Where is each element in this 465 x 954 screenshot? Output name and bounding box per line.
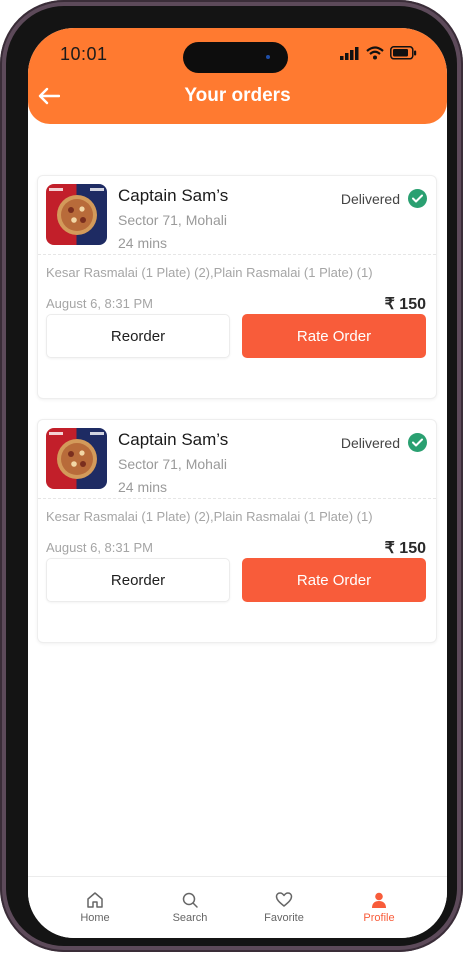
reorder-button[interactable]: Reorder bbox=[46, 314, 230, 358]
order-date: August 6, 8:31 PM bbox=[46, 296, 153, 311]
check-circle-icon bbox=[408, 433, 427, 452]
order-card: Captain Sam’s Sector 71, Mohali 24 mins … bbox=[37, 175, 437, 399]
nav-label-search: Search bbox=[172, 912, 208, 924]
nav-item-search[interactable]: Search bbox=[155, 891, 225, 924]
phone-frame: 10:01 Your orders Captain Sam’s Sector 7… bbox=[0, 0, 463, 952]
order-price: ₹ 150 bbox=[384, 296, 426, 313]
status-icons bbox=[340, 46, 417, 60]
rate-order-button[interactable]: Rate Order bbox=[242, 314, 426, 358]
order-card: Captain Sam’s Sector 71, Mohali 24 mins … bbox=[37, 419, 437, 643]
search-icon bbox=[182, 892, 198, 908]
status-label: Delivered bbox=[340, 190, 400, 207]
status-label: Delivered bbox=[340, 434, 400, 451]
page-title: Your orders bbox=[184, 85, 291, 106]
restaurant-location: Sector 71, Mohali bbox=[118, 212, 227, 228]
wifi-icon bbox=[366, 46, 384, 60]
app-screen: 10:01 Your orders Captain Sam’s Sector 7… bbox=[28, 28, 447, 938]
order-status: Delivered bbox=[341, 433, 427, 452]
bottom-nav: Home Search Favorite Profile bbox=[28, 876, 447, 938]
order-status: Delivered bbox=[341, 189, 427, 208]
heart-icon bbox=[275, 892, 293, 907]
order-items: Kesar Rasmalai (1 Plate) (2),Plain Rasma… bbox=[46, 265, 373, 280]
order-price: ₹ 150 bbox=[384, 540, 426, 557]
profile-icon bbox=[372, 892, 386, 908]
nav-item-home[interactable]: Home bbox=[60, 891, 130, 924]
delivery-time: 24 mins bbox=[118, 479, 168, 495]
header-bar: 10:01 Your orders bbox=[28, 28, 447, 124]
dynamic-island bbox=[183, 42, 288, 73]
nav-label-favorite: Favorite bbox=[264, 912, 304, 924]
signal-icon bbox=[340, 46, 359, 60]
nav-label-profile: Profile bbox=[363, 912, 395, 924]
nav-item-profile[interactable]: Profile bbox=[344, 891, 414, 924]
rate-order-button[interactable]: Rate Order bbox=[242, 558, 426, 602]
status-time: 10:01 bbox=[60, 44, 108, 64]
order-items: Kesar Rasmalai (1 Plate) (2),Plain Rasma… bbox=[46, 509, 373, 524]
order-date: August 6, 8:31 PM bbox=[46, 540, 153, 555]
check-circle-icon bbox=[408, 189, 427, 208]
restaurant-thumbnail bbox=[46, 428, 107, 489]
restaurant-name: Captain Sam’s bbox=[118, 186, 229, 205]
reorder-button[interactable]: Reorder bbox=[46, 558, 230, 602]
dashed-divider bbox=[38, 498, 436, 499]
nav-label-home: Home bbox=[80, 912, 110, 924]
nav-item-favorite[interactable]: Favorite bbox=[249, 891, 319, 924]
dashed-divider bbox=[38, 254, 436, 255]
phone-bezel: 10:01 Your orders Captain Sam’s Sector 7… bbox=[6, 6, 457, 946]
home-icon bbox=[87, 892, 103, 908]
delivery-time: 24 mins bbox=[118, 235, 168, 251]
battery-icon bbox=[390, 46, 417, 60]
camera-dot bbox=[266, 55, 270, 59]
restaurant-name: Captain Sam’s bbox=[118, 430, 229, 449]
restaurant-thumbnail bbox=[46, 184, 107, 245]
restaurant-location: Sector 71, Mohali bbox=[118, 456, 227, 472]
